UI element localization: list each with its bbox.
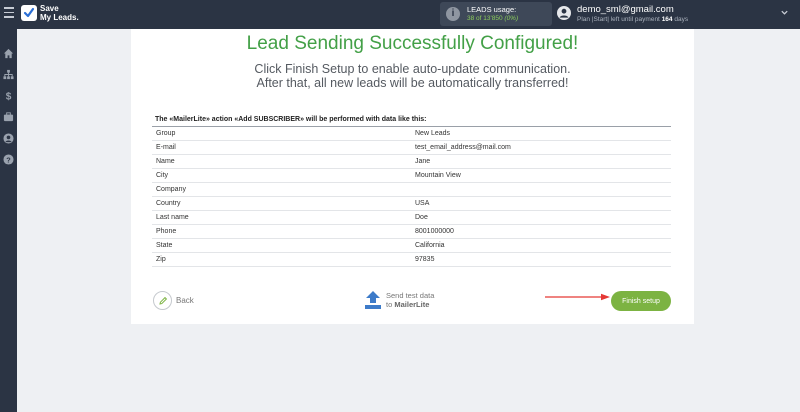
- table-row: Phone 8001000000: [152, 225, 671, 239]
- svg-text:$: $: [6, 92, 12, 101]
- briefcase-icon[interactable]: [3, 111, 14, 122]
- user-icon[interactable]: [3, 133, 14, 144]
- usage-label: LEADS usage:: [467, 5, 517, 14]
- row-value: Doe: [415, 214, 428, 221]
- row-label: State: [156, 242, 173, 249]
- user-avatar-icon[interactable]: [557, 6, 571, 20]
- table-row: State California: [152, 239, 671, 253]
- top-bar: Save My Leads. i LEADS usage: 38 of 13'8…: [0, 0, 800, 29]
- row-value: test_email_address@mail.com: [415, 144, 511, 151]
- svg-text:?: ?: [6, 155, 11, 164]
- row-label: Company: [156, 186, 186, 193]
- sidebar: $ ?: [0, 29, 17, 412]
- days-count: 164: [661, 16, 673, 23]
- pencil-icon: [159, 296, 168, 305]
- usage-value: 38 of 13'850 (0%): [467, 15, 518, 22]
- table-title: The «MailerLite» action «Add SUBSCRIBER»…: [155, 116, 427, 123]
- subtitle-line-2: After that, all new leads will be automa…: [256, 76, 569, 90]
- days-suffix: days: [674, 16, 689, 23]
- send-label-line-1: Send test data: [386, 291, 435, 300]
- logo-text[interactable]: Save My Leads.: [40, 4, 79, 22]
- row-value: Jane: [415, 158, 431, 165]
- data-preview-table: Group New Leads E-mail test_email_address@…: [152, 126, 671, 267]
- send-test-data-button[interactable]: Send test data to MailerLite: [386, 291, 434, 309]
- menu-icon[interactable]: [4, 7, 14, 21]
- upload-icon[interactable]: [364, 290, 382, 310]
- red-arrow-annotation: [545, 293, 610, 301]
- table-row: Zip 97835: [152, 253, 671, 267]
- chevron-down-icon[interactable]: [780, 8, 789, 17]
- row-label: E-mail: [156, 144, 176, 151]
- row-value: California: [415, 242, 445, 249]
- subtitle-line-1: Click Finish Setup to enable auto-update…: [254, 62, 571, 76]
- leads-usage-widget: i LEADS usage: 38 of 13'850 (0%): [440, 2, 552, 26]
- row-value: USA: [415, 200, 430, 207]
- plan-text: Plan |Start| left until payment: [577, 16, 660, 23]
- send-label-line-2: to MailerLite: [386, 300, 434, 309]
- row-label: Zip: [156, 256, 166, 263]
- send-label-service: MailerLite: [394, 300, 430, 309]
- home-icon[interactable]: [3, 48, 14, 59]
- logo-line-2: My Leads.: [40, 13, 79, 22]
- table-row: E-mail test_email_address@mail.com: [152, 141, 671, 155]
- row-value: 8001000000: [415, 228, 454, 235]
- plan-info: Plan |Start| left until payment 164 days: [577, 16, 688, 23]
- page-title: Lead Sending Successfully Configured!: [246, 33, 579, 54]
- row-label: Phone: [156, 228, 177, 235]
- usage-percent: (0%): [504, 15, 519, 22]
- row-value: Mountain View: [415, 172, 461, 179]
- back-button[interactable]: [153, 291, 172, 310]
- info-icon: i: [446, 7, 460, 21]
- row-label: Last name: [156, 214, 189, 221]
- setup-complete-card: Lead Sending Successfully Configured! Cl…: [131, 29, 694, 324]
- usage-total: of 13'850: [476, 15, 503, 22]
- table-row: Name Jane: [152, 155, 671, 169]
- table-row: Group New Leads: [152, 127, 671, 141]
- table-row: City Mountain View: [152, 169, 671, 183]
- row-label: Group: [156, 130, 176, 137]
- row-label: City: [156, 172, 169, 179]
- row-value: New Leads: [415, 130, 451, 137]
- row-value: 97835: [415, 256, 435, 263]
- account-email[interactable]: demo_sml@gmail.com: [577, 4, 674, 15]
- back-label[interactable]: Back: [176, 296, 194, 305]
- finish-setup-button[interactable]: Finish setup: [611, 291, 671, 311]
- logo-icon[interactable]: [21, 5, 37, 21]
- table-row: Last name Doe: [152, 211, 671, 225]
- table-row: Country USA: [152, 197, 671, 211]
- row-label: Name: [156, 158, 175, 165]
- table-row: Company: [152, 183, 671, 197]
- help-icon[interactable]: ?: [3, 154, 14, 165]
- dollar-icon[interactable]: $: [3, 90, 14, 101]
- sitemap-icon[interactable]: [3, 69, 14, 80]
- row-label: Country: [156, 200, 181, 207]
- usage-used: 38: [467, 15, 475, 22]
- send-label-prefix: to: [386, 300, 393, 309]
- logo-line-1: Save: [40, 4, 59, 13]
